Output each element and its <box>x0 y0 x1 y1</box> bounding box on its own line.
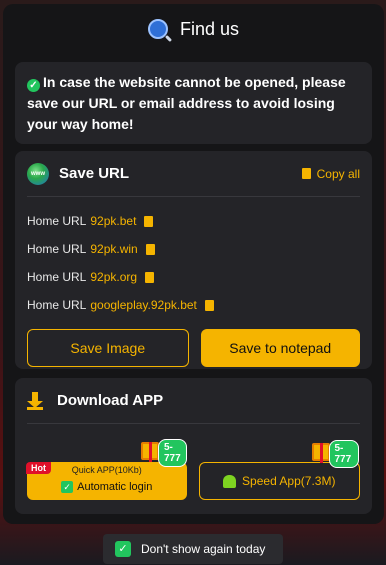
download-icon <box>27 391 43 410</box>
url-row: Home URL googleplay.92pk.bet <box>27 291 360 319</box>
modal-header: Find us <box>3 4 384 54</box>
url-row: Home URL 92pk.win <box>27 235 360 263</box>
url-link[interactable]: googleplay.92pk.bet <box>90 298 197 312</box>
copy-icon[interactable] <box>145 243 155 255</box>
www-globe-icon: www <box>27 162 49 185</box>
find-us-modal: Find us ✓ In case the website cannot be o… <box>3 4 384 524</box>
bonus-badge: 5-777 <box>328 440 359 468</box>
save-image-button[interactable]: Save Image <box>27 329 189 367</box>
copy-icon <box>301 168 311 179</box>
gift-icon <box>141 442 159 462</box>
copy-icon[interactable] <box>144 215 154 227</box>
url-list: Home URL 92pk.bet Home URL 92pk.win Home… <box>27 197 360 319</box>
search-globe-icon <box>147 19 168 39</box>
url-row: Home URL 92pk.org <box>27 263 360 291</box>
url-prefix: Home URL <box>27 242 87 256</box>
url-link[interactable]: 92pk.bet <box>90 214 136 228</box>
speed-app-button[interactable]: 5-777 Speed App(7.3M) <box>198 440 360 500</box>
check-circle-icon: ✓ <box>27 79 40 92</box>
copy-all-button[interactable]: Copy all <box>301 166 360 181</box>
save-url-header: www Save URL Copy all <box>27 151 360 197</box>
copy-icon[interactable] <box>145 271 155 283</box>
android-icon <box>223 474 237 488</box>
page-title: Find us <box>179 18 240 39</box>
automatic-login-label: Automatic login <box>77 481 153 493</box>
save-url-title: Save URL <box>59 165 130 182</box>
url-link[interactable]: 92pk.win <box>90 242 137 256</box>
checkbox-checked-icon[interactable]: ✓ <box>115 541 131 557</box>
dont-show-label: Don't show again today <box>141 542 266 556</box>
notice-card: ✓ In case the website cannot be opened, p… <box>15 62 372 144</box>
speed-app-label: Speed App(7.3M) <box>242 474 336 488</box>
download-title: Download APP <box>57 392 164 409</box>
automatic-login[interactable]: ✓ Automatic login <box>27 481 187 493</box>
url-link[interactable]: 92pk.org <box>90 270 137 284</box>
gift-icon <box>311 443 330 463</box>
save-url-section: www Save URL Copy all Home URL 92pk.bet … <box>15 151 372 369</box>
app-buttons-row: Hot 5-777 Quick APP(10Kb) ✓ Automatic lo… <box>26 439 360 500</box>
copy-all-label: Copy all <box>316 166 360 181</box>
url-prefix: Home URL <box>27 298 87 312</box>
notice-text: In case the website cannot be opened, pl… <box>27 74 346 132</box>
quick-app-label: Quick APP(10Kb) <box>71 465 142 475</box>
save-buttons-row: Save Image Save to notepad <box>27 329 360 367</box>
download-app-section: Download APP Hot 5-777 Quick APP(10Kb) ✓… <box>15 378 372 514</box>
dont-show-again-toggle[interactable]: ✓ Don't show again today <box>103 534 283 564</box>
copy-icon[interactable] <box>204 299 214 311</box>
checkbox-checked-icon: ✓ <box>61 481 74 493</box>
quick-app-button[interactable]: Hot 5-777 Quick APP(10Kb) ✓ Automatic lo… <box>26 439 187 500</box>
url-prefix: Home URL <box>27 214 87 228</box>
url-row: Home URL 92pk.bet <box>27 207 360 235</box>
save-to-notepad-button[interactable]: Save to notepad <box>200 329 360 367</box>
url-prefix: Home URL <box>27 270 87 284</box>
download-header: Download APP <box>27 378 360 424</box>
bonus-badge: 5-777 <box>158 439 187 467</box>
